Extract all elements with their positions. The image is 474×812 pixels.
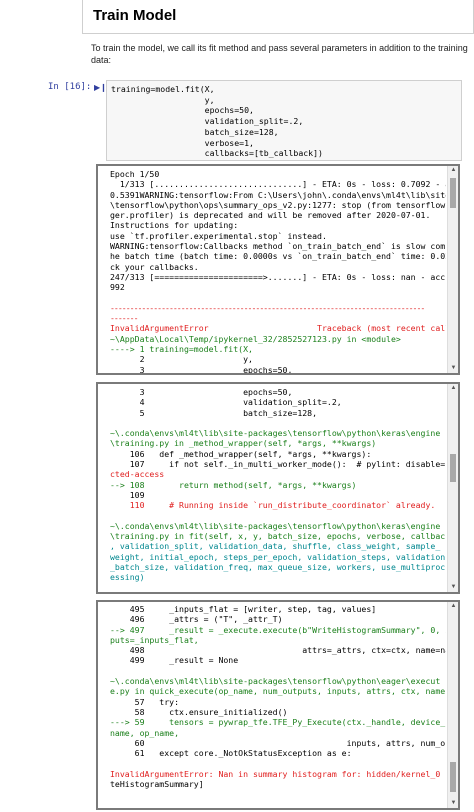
output-line: 60 inputs, attrs, num_outputs) — [110, 737, 446, 748]
output-line: 2 y, — [110, 354, 253, 365]
output-text-2: 3 epochs=50, 4 validation_split=.2, 5 ba… — [110, 384, 446, 592]
output-line: ---> 59 tensors = pywrap_tfe.TFE_Py_Exec… — [110, 717, 446, 728]
output-line: teHistogramSummary] — [110, 779, 204, 790]
output-line: \training.py in _method_wrapper(self, *a… — [110, 438, 377, 449]
output-line: ----> 1 training=model.fit(X, — [110, 344, 253, 355]
output-line: 4 validation_split=.2, — [110, 397, 342, 408]
scroll-down-icon[interactable]: ▼ — [448, 583, 458, 592]
output-line: 498 attrs=_attrs, ctx=ctx, name=name) — [110, 645, 446, 656]
scroll-thumb[interactable] — [450, 762, 456, 792]
output-line: ~\AppData\Local\Temp/ipykernel_32/285252… — [110, 333, 401, 344]
output-panel-2[interactable]: 3 epochs=50, 4 validation_split=.2, 5 ba… — [96, 382, 460, 594]
scroll-thumb[interactable] — [450, 454, 456, 482]
output-line: ~\.conda\envs\ml4t\lib\site-packages\ten… — [110, 676, 441, 687]
cell-prompt: In [16]: — [48, 82, 92, 92]
output-line: Epoch 1/50 — [110, 169, 160, 179]
output-line: 106 def _method_wrapper(self, *args, **k… — [110, 448, 372, 459]
output-line: \training.py in fit(self, x, y, batch_si… — [110, 531, 446, 542]
output-line: 495 _inputs_flat = [writer, step, tag, v… — [110, 604, 377, 614]
output-line: 499 _result = None — [110, 655, 239, 666]
output-line: 3 epochs=50, — [110, 387, 293, 397]
code-line: training=model.fit(X, — [111, 84, 215, 94]
run-cell-icon[interactable]: ▶❙ — [94, 83, 107, 92]
output-line: , validation_split, validation_data, shu… — [110, 541, 441, 552]
output-line: --> 108 return method(self, *args, **kwa… — [110, 479, 357, 490]
output-line: e.py in quick_execute(op_name, num_outpu… — [110, 686, 446, 697]
output-line: ger.profiler) is deprecated and will be … — [110, 210, 431, 221]
output-line: ----------------------------------------… — [110, 302, 425, 313]
output-scrollbar-1[interactable]: ▲ ▼ — [447, 166, 458, 373]
output-text-1: Epoch 1/50 1/313 [......................… — [110, 166, 446, 373]
code-line: verbose=1, — [111, 137, 254, 148]
output-panel-1[interactable]: Epoch 1/50 1/313 [......................… — [96, 164, 460, 375]
output-line: WARNING:tensorflow:Callbacks method `on_… — [110, 241, 446, 252]
output-line: 109 — [110, 489, 145, 500]
output-line: ~\.conda\envs\ml4t\lib\site-packages\ten… — [110, 428, 441, 439]
output-text-3: 495 _inputs_flat = [writer, step, tag, v… — [110, 602, 446, 808]
output-line: weight, initial_epoch, steps_per_epoch, … — [110, 551, 446, 562]
output-line: he batch time (batch time: 0.0000s vs `o… — [110, 251, 446, 262]
output-line: 110 # Running inside `run_distribute_coo… — [110, 500, 436, 511]
output-panel-3[interactable]: 495 _inputs_flat = [writer, step, tag, v… — [96, 600, 460, 810]
output-line: 107 if not self._in_multi_worker_mode():… — [110, 459, 446, 470]
output-line: cted-access — [110, 469, 165, 480]
scroll-down-icon[interactable]: ▼ — [448, 364, 458, 373]
output-line: ------- — [110, 313, 139, 324]
output-line: --> 497 _result = _execute.execute(b"Wri… — [110, 624, 446, 635]
output-line: 3 epochs=50, — [110, 364, 293, 373]
output-line: 58 ctx.ensure_initialized() — [110, 706, 288, 717]
output-line: puts=_inputs_flat, — [110, 634, 199, 645]
code-line: callbacks=[tb_callback]) — [111, 148, 323, 159]
output-line: InvalidArgumentError Traceback (most rec… — [110, 323, 446, 334]
scroll-up-icon[interactable]: ▲ — [448, 384, 458, 393]
scroll-thumb[interactable] — [450, 178, 456, 208]
output-line: InvalidArgumentError: Nan in summary his… — [110, 768, 446, 779]
code-line: epochs=50, — [111, 105, 254, 116]
output-scrollbar-3[interactable]: ▲ ▼ — [447, 602, 458, 808]
code-line: validation_split=.2, — [111, 116, 304, 127]
output-line: 1/313 [..............................] -… — [119, 179, 446, 190]
output-line: 5 batch_size=128, — [110, 407, 318, 418]
output-line: 247/313 [======================>.......]… — [110, 271, 446, 282]
output-line: 496 _attrs = ("T", _attr_T) — [110, 614, 283, 625]
output-line: \tensorflow\python\ops\summary_ops_v2.py… — [110, 199, 446, 210]
page-title: Train Model — [93, 7, 177, 24]
output-scrollbar-2[interactable]: ▲ ▼ — [447, 384, 458, 592]
output-line: name, op_name, — [110, 727, 180, 738]
scroll-down-icon[interactable]: ▼ — [448, 799, 458, 808]
output-line: essing) — [110, 572, 145, 583]
output-line: 992 — [110, 282, 125, 293]
scroll-up-icon[interactable]: ▲ — [448, 166, 458, 175]
description-text: To train the model, we call its fit meth… — [91, 43, 468, 65]
code-line: batch_size=128, — [111, 126, 279, 137]
output-line: 0.5391WARNING:tensorflow:From C:\Users\j… — [110, 189, 446, 200]
output-line: _batch_size, validation_freq, max_queue_… — [110, 562, 446, 573]
output-line: 61 except core._NotOkStatusException as … — [110, 748, 352, 759]
output-line: ~\.conda\envs\ml4t\lib\site-packages\ten… — [110, 520, 441, 531]
output-line: 57 try: — [110, 696, 180, 707]
heading-cell: Train Model — [82, 0, 474, 34]
scroll-up-icon[interactable]: ▲ — [448, 602, 458, 611]
output-line: ck your callbacks. — [110, 261, 199, 272]
output-line: use `tf.profiler.experimental.stop` inst… — [110, 230, 327, 241]
code-line: y, — [111, 94, 215, 105]
output-line: Instructions for updating: — [110, 220, 239, 231]
code-cell[interactable]: training=model.fit(X, y, epochs=50, vali… — [106, 80, 462, 161]
